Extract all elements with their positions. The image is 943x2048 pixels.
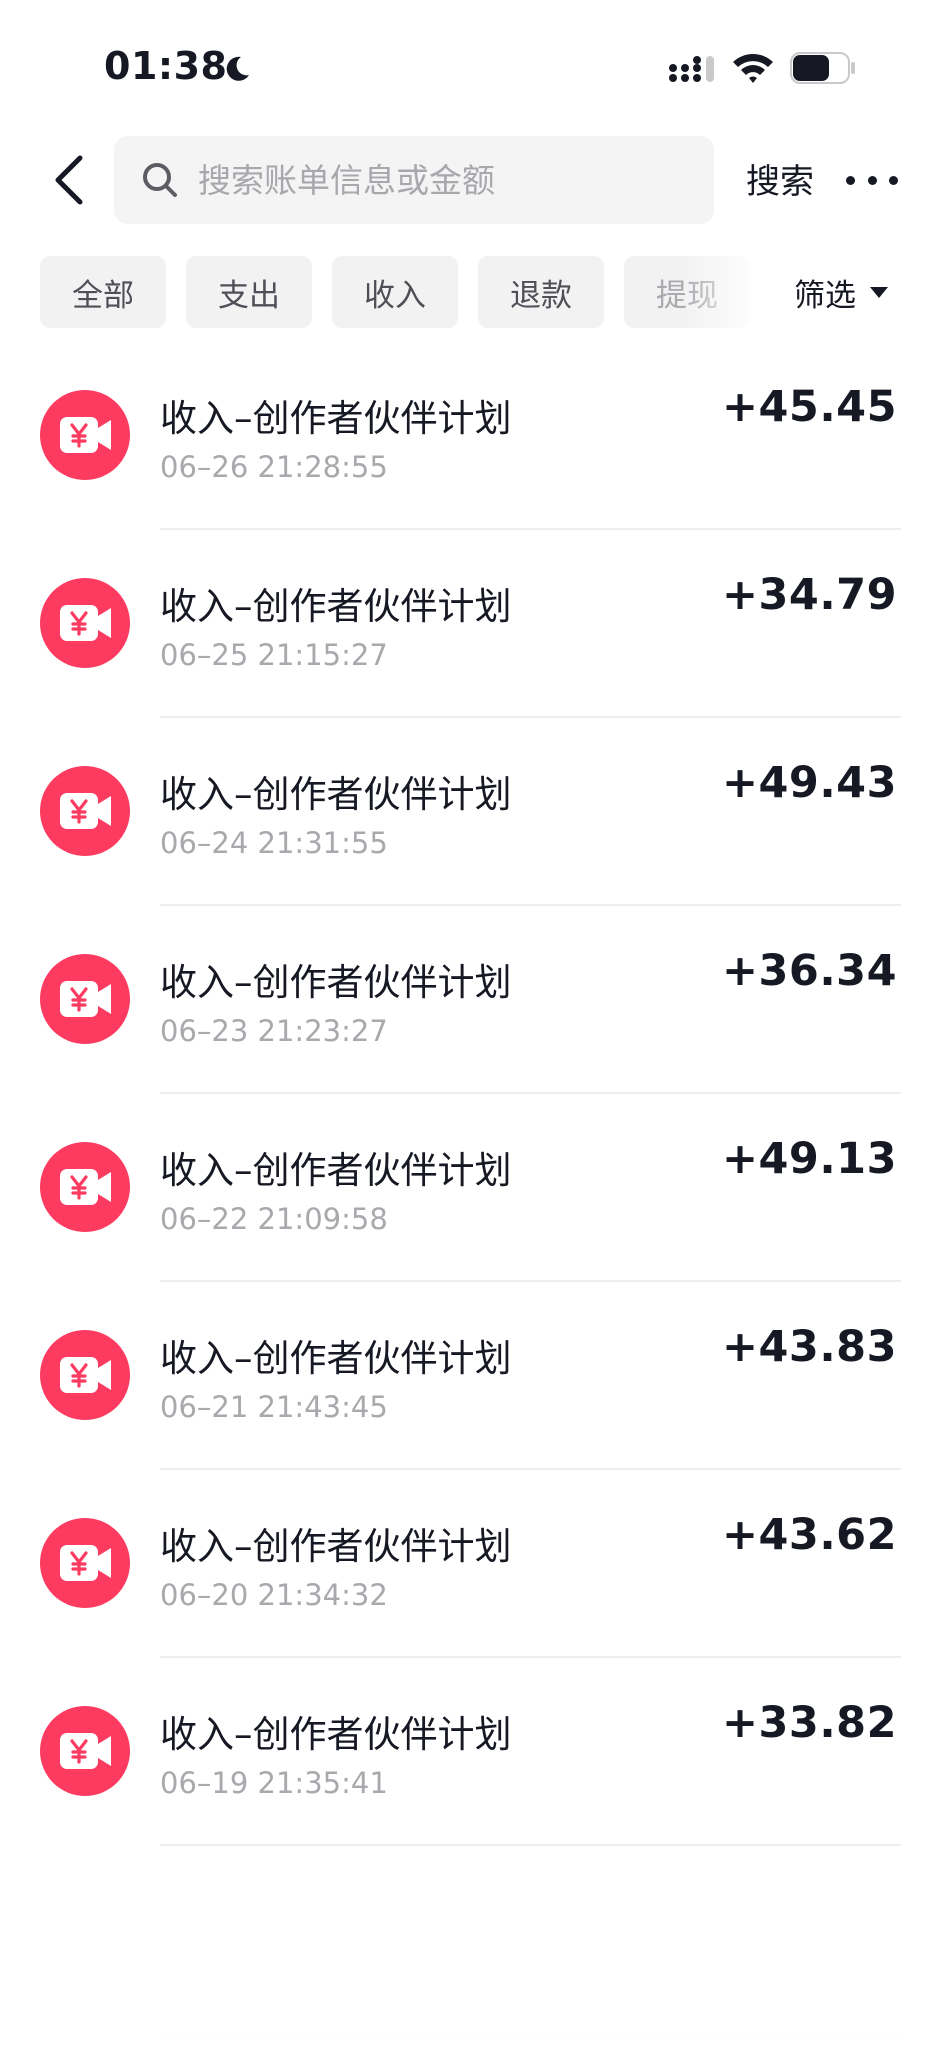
row-divider [160, 2032, 901, 2034]
loading-placeholder-row [0, 1846, 943, 2034]
category-tabs: 全部 支出 收入 退款 提现 [40, 256, 760, 328]
status-time: 01:38 [104, 44, 228, 88]
transaction-amount: +43.83 [721, 1322, 897, 1372]
caret-down-icon [870, 286, 888, 298]
search-button[interactable]: 搜索 [746, 154, 814, 203]
yuan-video-icon [40, 1518, 130, 1608]
bill-list-page: 01:38 搜索账单信息或金额 搜索 全部 支出 收入 退款 筛选 收入–创作者… [0, 0, 943, 2048]
transaction-row[interactable]: 收入–创作者伙伴计划 06–24 21:31:55 +49.43 [0, 718, 943, 906]
tabs-fade-overlay [680, 256, 770, 328]
transaction-title: 收入–创作者伙伴计划 [160, 1525, 512, 1568]
transaction-row[interactable]: 收入–创作者伙伴计划 06–20 21:34:32 +43.62 [0, 1470, 943, 1658]
transaction-row[interactable]: 收入–创作者伙伴计划 06–23 21:23:27 +36.34 [0, 906, 943, 1094]
tab-income[interactable]: 收入 [332, 256, 458, 328]
yuan-video-icon [40, 390, 130, 480]
transaction-amount: +49.13 [721, 1134, 897, 1184]
transaction-row[interactable]: 收入–创作者伙伴计划 06–25 21:15:27 +34.79 [0, 530, 943, 718]
tab-expense[interactable]: 支出 [186, 256, 312, 328]
tab-all[interactable]: 全部 [40, 256, 166, 328]
more-dot-icon [846, 175, 855, 185]
transaction-time: 06–19 21:35:41 [160, 1766, 388, 1800]
transaction-amount: +49.43 [721, 758, 897, 808]
transaction-amount: +36.34 [721, 946, 897, 996]
cellular-signal-icon [669, 56, 714, 82]
search-icon [143, 163, 177, 197]
transaction-row[interactable]: 收入–创作者伙伴计划 06–19 21:35:41 +33.82 [0, 1658, 943, 1846]
transaction-amount: +43.62 [721, 1510, 897, 1560]
yuan-video-icon [40, 1330, 130, 1420]
back-button[interactable] [44, 150, 94, 210]
transaction-title: 收入–创作者伙伴计划 [160, 397, 512, 440]
transaction-list: 收入–创作者伙伴计划 06–26 21:28:55 +45.45 收入–创作者伙伴计划… [0, 342, 943, 2034]
yuan-video-icon [40, 1142, 130, 1232]
transaction-amount: +45.45 [721, 382, 897, 432]
more-dot-icon [889, 175, 898, 185]
transaction-row[interactable]: 收入–创作者伙伴计划 06–26 21:28:55 +45.45 [0, 342, 943, 530]
filter-label: 筛选 [794, 277, 856, 314]
yuan-video-icon [40, 578, 130, 668]
transaction-time: 06–26 21:28:55 [160, 450, 388, 484]
transaction-title: 收入–创作者伙伴计划 [160, 961, 512, 1004]
transaction-time: 06–21 21:43:45 [160, 1390, 388, 1424]
transaction-time: 06–20 21:34:32 [160, 1578, 388, 1612]
transaction-time: 06–22 21:09:58 [160, 1202, 388, 1236]
transaction-title: 收入–创作者伙伴计划 [160, 585, 512, 628]
more-options-button[interactable] [846, 164, 898, 196]
moon-icon [226, 56, 249, 81]
transaction-time: 06–24 21:31:55 [160, 826, 388, 860]
yuan-video-icon [40, 766, 130, 856]
transaction-row[interactable]: 收入–创作者伙伴计划 06–22 21:09:58 +49.13 [0, 1094, 943, 1282]
status-bar: 01:38 [0, 0, 943, 130]
search-bar[interactable] [114, 136, 714, 224]
wifi-icon [733, 54, 773, 83]
transaction-amount: +34.79 [721, 570, 897, 620]
transaction-title: 收入–创作者伙伴计划 [160, 1713, 512, 1756]
more-dot-icon [867, 175, 877, 185]
transaction-time: 06–25 21:15:27 [160, 638, 388, 672]
transaction-title: 收入–创作者伙伴计划 [160, 1337, 512, 1380]
transaction-time: 06–23 21:23:27 [160, 1014, 388, 1048]
transaction-amount: +33.82 [721, 1698, 897, 1748]
transaction-title: 收入–创作者伙伴计划 [160, 1149, 512, 1192]
filter-button[interactable]: 筛选 [794, 268, 888, 316]
transaction-title: 收入–创作者伙伴计划 [160, 773, 512, 816]
yuan-video-icon [40, 1706, 130, 1796]
tab-refund[interactable]: 退款 [478, 256, 604, 328]
battery-icon [790, 52, 855, 84]
transaction-row[interactable]: 收入–创作者伙伴计划 06–21 21:43:45 +43.83 [0, 1282, 943, 1470]
search-input[interactable] [198, 160, 678, 200]
chevron-left-icon [55, 155, 83, 205]
yuan-video-icon [40, 954, 130, 1044]
